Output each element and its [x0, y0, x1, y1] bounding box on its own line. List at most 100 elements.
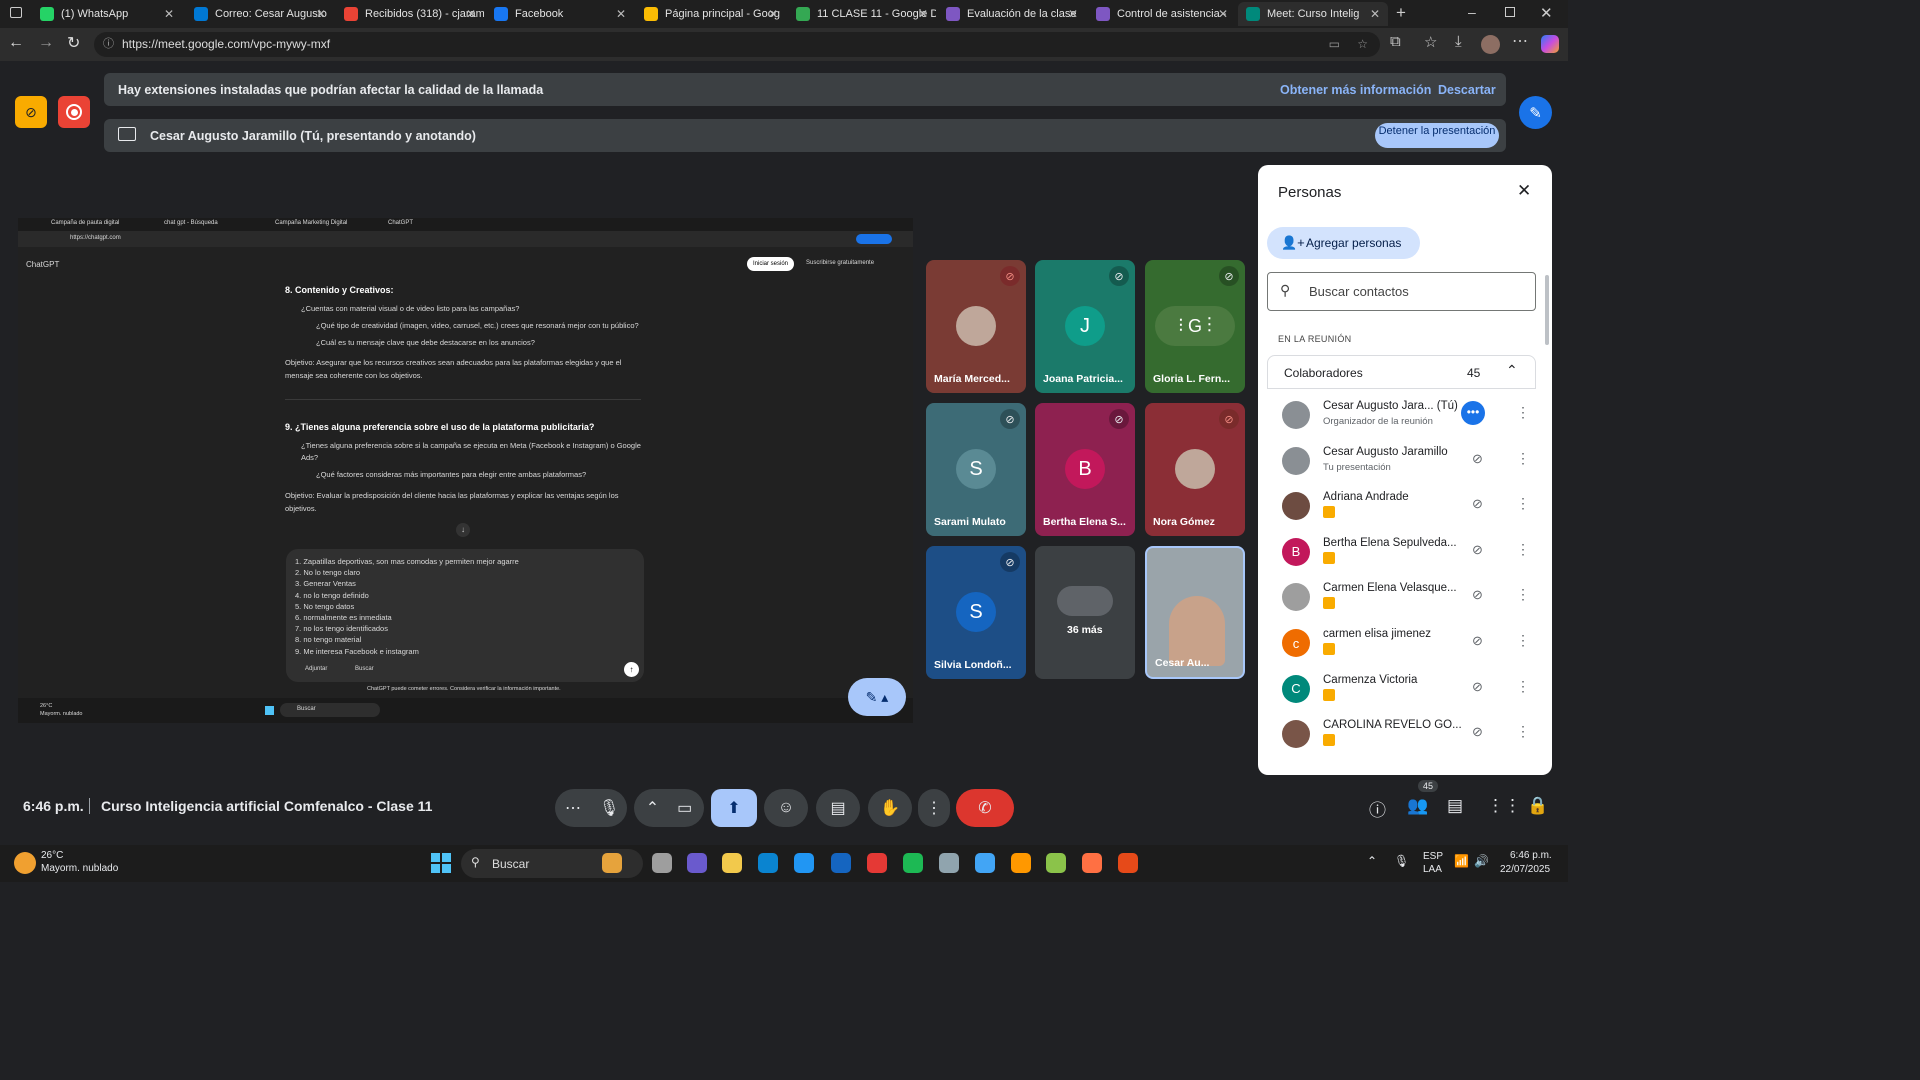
calculator-icon[interactable]: [939, 853, 959, 873]
search-contacts-input[interactable]: ⚲ Buscar contactos: [1267, 272, 1536, 311]
favorites-icon[interactable]: ☆: [1424, 33, 1437, 51]
participant-row[interactable]: Carmen Elena Velasque... ⊘ ⋮: [1278, 579, 1540, 623]
leave-call-button[interactable]: ✆: [956, 789, 1014, 827]
mic-muted-icon[interactable]: ⊘: [1472, 542, 1483, 558]
close-tab-icon[interactable]: ✕: [466, 7, 476, 21]
browser-tab[interactable]: Control de asistencia - ✕: [1088, 2, 1236, 26]
participant-menu-icon[interactable]: ⋮: [1516, 632, 1530, 649]
new-tab-button[interactable]: +: [1396, 3, 1406, 23]
close-tab-icon[interactable]: ✕: [164, 7, 174, 21]
camera-button[interactable]: ⌃ ▭: [634, 789, 704, 827]
favorite-star-icon[interactable]: ☆: [1357, 32, 1368, 57]
participant-menu-icon[interactable]: ⋮: [1516, 678, 1530, 695]
activities-icon[interactable]: ⋮⋮: [1487, 796, 1521, 816]
restore-button[interactable]: [1505, 7, 1515, 17]
browser-tab[interactable]: Evaluación de la clase ✕: [938, 2, 1086, 26]
participant-menu-icon[interactable]: ⋮: [1516, 404, 1530, 421]
participant-tile[interactable]: S ⊘ Sarami Mulato: [926, 403, 1026, 536]
site-info-icon[interactable]: ⓘ: [103, 32, 114, 57]
chat-icon[interactable]: ▤: [1447, 796, 1463, 816]
raise-hand-button[interactable]: ✋: [868, 789, 912, 827]
store-icon[interactable]: [794, 853, 814, 873]
games-icon[interactable]: [1046, 853, 1066, 873]
downloads-icon[interactable]: ⤓: [1455, 33, 1462, 50]
browser-tab[interactable]: (1) WhatsApp ✕: [32, 2, 182, 26]
participant-menu-icon[interactable]: ⋮: [1516, 450, 1530, 467]
emoji-button[interactable]: ☺: [764, 789, 808, 827]
screen-recorder-icon[interactable]: [867, 853, 887, 873]
add-people-button[interactable]: 👤+ Agregar personas: [1267, 227, 1420, 259]
close-tab-icon[interactable]: ✕: [1068, 7, 1078, 21]
mic-muted-icon[interactable]: ⊘: [1472, 587, 1483, 603]
browser-tab[interactable]: 11 CLASE 11 - Google D ✕: [788, 2, 936, 26]
mic-muted-icon[interactable]: ⊘: [1472, 451, 1483, 467]
start-button[interactable]: [431, 853, 451, 873]
extensions-icon[interactable]: ⧉: [1390, 33, 1401, 50]
mic-icon[interactable]: 🎙: [599, 798, 619, 818]
reload-icon[interactable]: ↻: [67, 33, 80, 53]
browser-tab[interactable]: Recibidos (318) - cjaram ✕: [336, 2, 484, 26]
host-controls-icon[interactable]: 🔒: [1527, 796, 1548, 816]
learn-more-link[interactable]: Obtener más información: [1280, 83, 1431, 97]
people-icon[interactable]: 👥: [1407, 796, 1428, 816]
stop-presenting-button[interactable]: Detener la presentación: [1375, 123, 1499, 148]
participant-menu-icon[interactable]: ⋮: [1516, 723, 1530, 740]
copilot-app-icon[interactable]: [687, 853, 707, 873]
browser-tab[interactable]: Página principal - Goog ✕: [636, 2, 786, 26]
back-icon[interactable]: ←: [8, 34, 24, 52]
clock-date[interactable]: 22/07/2025: [1500, 864, 1550, 875]
tray-chevron-icon[interactable]: ⌃: [1367, 854, 1377, 868]
url-input[interactable]: ⓘ https://meet.google.com/vpc-mywy-mxf ▭ …: [94, 32, 1380, 57]
sublime-icon[interactable]: [1082, 853, 1102, 873]
mic-muted-icon[interactable]: ⊘: [1472, 679, 1483, 695]
close-tab-icon[interactable]: ✕: [1370, 7, 1380, 21]
participant-menu-icon[interactable]: ⋮: [1516, 541, 1530, 558]
tray-mic-icon[interactable]: 🎙: [1394, 854, 1409, 868]
spotify-icon[interactable]: [903, 853, 923, 873]
captions-button[interactable]: ▤: [816, 789, 860, 827]
browser-tab[interactable]: Facebook ✕: [486, 2, 634, 26]
task-view-icon[interactable]: [652, 853, 672, 873]
teams-icon[interactable]: [831, 853, 851, 873]
profile-avatar[interactable]: [1481, 35, 1500, 54]
edge-browser-icon[interactable]: [758, 853, 778, 873]
more-options-button[interactable]: ⋮: [918, 789, 950, 827]
annotation-toolbar[interactable]: ✎ ▴: [848, 678, 906, 716]
participant-row[interactable]: Cesar Augusto Jara... (Tú) Organizador de…: [1278, 397, 1540, 441]
close-tab-icon[interactable]: ✕: [918, 7, 928, 21]
volume-icon[interactable]: 🔊: [1474, 854, 1489, 868]
participant-menu-icon[interactable]: ⋮: [1516, 586, 1530, 603]
powerpoint-icon[interactable]: [1118, 853, 1138, 873]
participant-row[interactable]: B Bertha Elena Sepulveda... ⊘ ⋮: [1278, 534, 1540, 578]
copilot-icon[interactable]: [1541, 35, 1559, 53]
participant-tile[interactable]: J ⊘ Joana Patricia...: [1035, 260, 1135, 393]
mic-muted-icon[interactable]: ⊘: [1472, 724, 1483, 740]
chevron-up-icon[interactable]: ⌃: [1506, 362, 1518, 379]
close-tab-icon[interactable]: ✕: [316, 7, 326, 21]
info-icon[interactable]: ⓘ: [1369, 796, 1386, 821]
forward-icon[interactable]: →: [38, 34, 54, 52]
browser-tab[interactable]: Meet: Curso Intelig ✕: [1238, 2, 1388, 26]
language-indicator[interactable]: ESP: [1423, 851, 1443, 862]
more-menu-icon[interactable]: ⋯: [1512, 31, 1528, 51]
annotate-pen-button[interactable]: ✎: [1519, 96, 1552, 129]
close-tab-icon[interactable]: ✕: [1218, 7, 1228, 21]
participant-row[interactable]: Adriana Andrade ⊘ ⋮: [1278, 488, 1540, 532]
participant-tile[interactable]: S ⊘ Silvia Londoñ...: [926, 546, 1026, 679]
participant-menu-icon[interactable]: ⋮: [1516, 495, 1530, 512]
close-panel-icon[interactable]: ✕: [1517, 181, 1531, 201]
participant-tile[interactable]: B ⊘ Bertha Elena S...: [1035, 403, 1135, 536]
notepad-icon[interactable]: [975, 853, 995, 873]
present-button[interactable]: ⬆: [711, 789, 757, 827]
participant-tile[interactable]: ⊘ María Merced...: [926, 260, 1026, 393]
dismiss-button[interactable]: Descartar: [1438, 83, 1496, 97]
participant-tile[interactable]: 36 más: [1035, 546, 1135, 679]
window-menu-icon[interactable]: [10, 7, 22, 18]
participant-row[interactable]: CAROLINA REVELO GO... ⊘ ⋮: [1278, 716, 1540, 760]
participant-row[interactable]: c carmen elisa jimenez ⊘ ⋮: [1278, 625, 1540, 669]
recording-indicator[interactable]: [58, 96, 90, 128]
panel-scrollbar[interactable]: [1545, 275, 1549, 345]
close-tab-icon[interactable]: ✕: [616, 7, 626, 21]
keyboard-layout[interactable]: LAA: [1423, 864, 1442, 875]
file-explorer-icon[interactable]: [722, 853, 742, 873]
